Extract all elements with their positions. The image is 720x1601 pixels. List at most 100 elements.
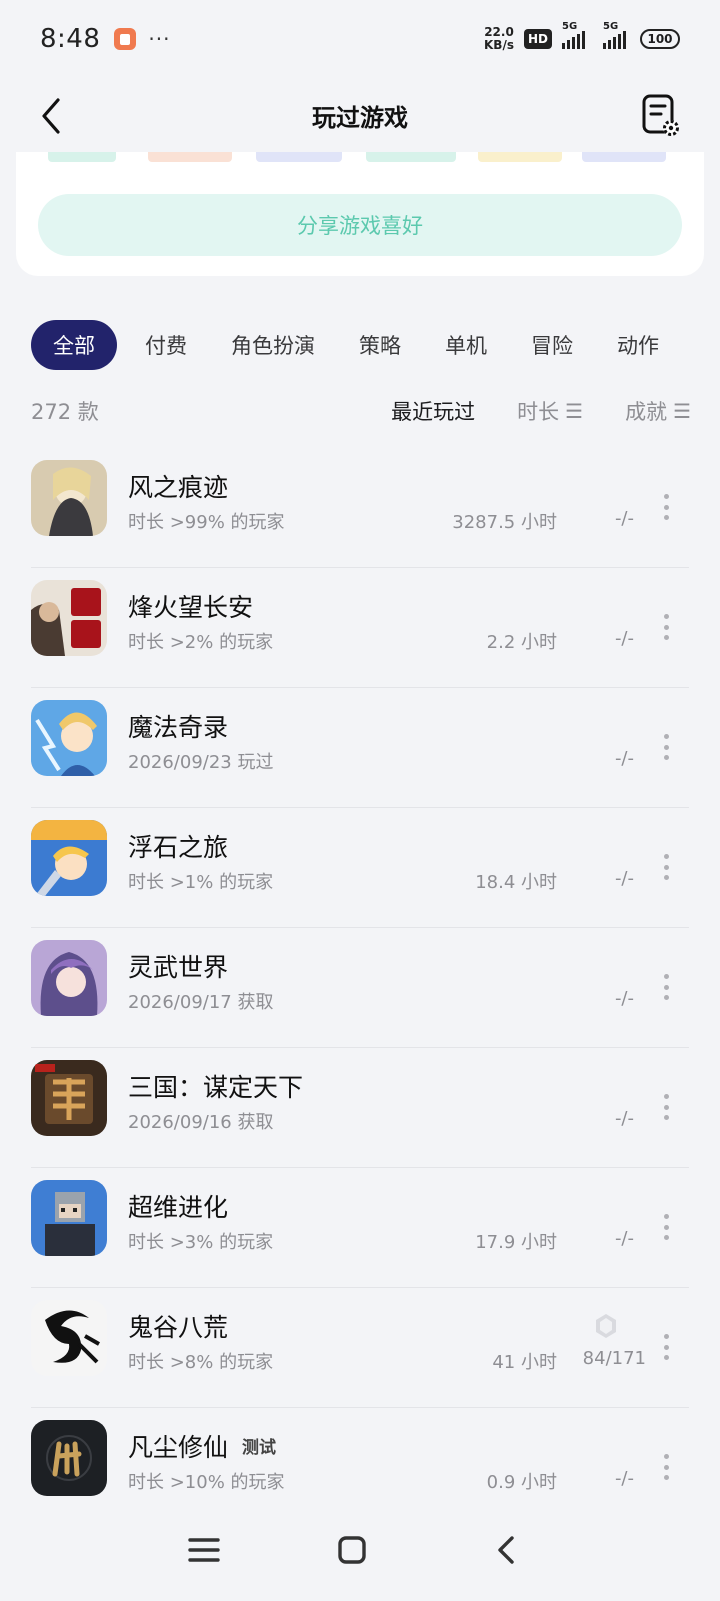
sort-achievement-label: 成就	[625, 400, 668, 424]
status-time: 8:48	[40, 24, 101, 54]
more-options-icon[interactable]	[662, 1454, 670, 1480]
game-achievement: -/-	[614, 868, 634, 889]
category-tabs: 全部 付费 角色扮演 策略 单机 冒险 动作	[31, 320, 720, 370]
sort-recent-button[interactable]: 最近玩过	[391, 396, 475, 426]
game-name: 三国：谋定天下	[128, 1073, 304, 1102]
system-back-icon[interactable]	[488, 1530, 528, 1570]
network-speed-unit: KB/s	[484, 38, 514, 52]
game-last-played: 2026/09/23 玩过	[128, 752, 274, 773]
battery-level: 100	[647, 32, 673, 46]
home-icon[interactable]	[332, 1530, 372, 1570]
game-name: 鬼谷八荒	[128, 1313, 229, 1342]
signal-sim2-icon: 5G	[603, 21, 626, 49]
game-hours: 2.2 小时	[486, 632, 557, 653]
status-bar: 8:48 ··· 22.0 KB/s HD 5G 5G 100	[0, 0, 720, 78]
more-options-icon[interactable]	[662, 1334, 670, 1360]
tab-paid[interactable]: 付费	[123, 330, 209, 360]
network-speed: 22.0 KB/s	[484, 26, 514, 52]
game-name: 超维进化	[128, 1193, 229, 1222]
back-button[interactable]	[34, 96, 74, 136]
sort-duration-button[interactable]: 时长 ☰	[517, 396, 583, 426]
menu-icon[interactable]	[184, 1530, 224, 1570]
sort-order-icon: ☰	[673, 399, 691, 423]
page-title: 玩过游戏	[312, 103, 408, 132]
game-icon	[31, 1300, 107, 1376]
sim1-network-label: 5G	[562, 21, 578, 32]
game-name: 浮石之旅	[128, 833, 229, 862]
game-hours: 18.4 小时	[475, 872, 557, 893]
game-icon	[31, 820, 107, 896]
game-name: 魔法奇录	[128, 713, 229, 742]
game-icon	[31, 1180, 107, 1256]
game-name: 灵武世界	[128, 953, 229, 982]
game-hours: 3287.5 小时	[452, 512, 557, 533]
game-achievement: -/-	[614, 1228, 634, 1249]
achievement-trophy-icon	[596, 1314, 616, 1338]
game-playtime-rank: 时长 >2% 的玩家	[128, 632, 274, 653]
more-options-icon[interactable]	[662, 974, 670, 1000]
game-row[interactable]: 风之痕迹 时长 >99% 的玩家 3287.5 小时 -/-	[0, 448, 720, 568]
hd-voice-icon: HD	[523, 29, 552, 49]
sort-order-icon: ☰	[565, 399, 584, 423]
preference-card: 分享游戏喜好	[16, 152, 704, 276]
share-preferences-button[interactable]: 分享游戏喜好	[38, 194, 682, 256]
sort-row: 272 款 最近玩过 时长 ☰ 成就 ☰	[31, 386, 691, 436]
game-row[interactable]: 三国：谋定天下 2026/09/16 获取 -/-	[0, 1048, 720, 1168]
tab-all[interactable]: 全部	[31, 320, 117, 370]
game-playtime-rank: 时长 >3% 的玩家	[128, 1232, 274, 1253]
game-row[interactable]: 灵武世界 2026/09/17 获取 -/-	[0, 928, 720, 1048]
more-options-icon[interactable]	[662, 1094, 670, 1120]
sort-options: 最近玩过 时长 ☰ 成就 ☰	[391, 396, 691, 426]
game-name-text: 凡尘修仙	[128, 1433, 229, 1462]
sort-achievement-button[interactable]: 成就 ☰	[625, 396, 691, 426]
game-list: 风之痕迹 时长 >99% 的玩家 3287.5 小时 -/- 烽火望长安 时长 …	[0, 448, 720, 1528]
game-achievement: -/-	[614, 1108, 634, 1129]
game-achievement: -/-	[614, 508, 634, 529]
beta-badge: 测试	[242, 1438, 277, 1458]
game-acquired-date: 2026/09/16 获取	[128, 1112, 274, 1133]
game-achievement: -/-	[614, 628, 634, 649]
more-options-icon[interactable]	[662, 614, 670, 640]
game-count: 272 款	[31, 400, 99, 424]
more-options-icon[interactable]	[662, 494, 670, 520]
game-row[interactable]: 烽火望长安 时长 >2% 的玩家 2.2 小时 -/-	[0, 568, 720, 688]
game-icon	[31, 460, 107, 536]
game-row[interactable]: 超维进化 时长 >3% 的玩家 17.9 小时 -/-	[0, 1168, 720, 1288]
more-options-icon[interactable]	[662, 854, 670, 880]
game-hours: 41 小时	[492, 1352, 557, 1373]
game-name: 凡尘修仙 测试	[128, 1428, 276, 1464]
status-indicators: 22.0 KB/s HD 5G 5G 100	[484, 21, 680, 52]
system-nav-bar	[0, 1500, 720, 1601]
game-playtime-rank: 时长 >1% 的玩家	[128, 872, 274, 893]
sim2-network-label: 5G	[603, 21, 619, 32]
tab-adventure[interactable]: 冒险	[509, 330, 595, 360]
game-acquired-date: 2026/09/17 获取	[128, 992, 274, 1013]
preference-tags-strip	[16, 152, 704, 166]
game-name: 风之痕迹	[128, 473, 229, 502]
more-notifications-icon: ···	[148, 27, 171, 51]
game-icon	[31, 700, 107, 776]
more-options-icon[interactable]	[662, 1214, 670, 1240]
game-row[interactable]: 浮石之旅 时长 >1% 的玩家 18.4 小时 -/-	[0, 808, 720, 928]
game-playtime-rank: 时长 >8% 的玩家	[128, 1352, 274, 1373]
game-icon	[31, 1060, 107, 1136]
game-name: 烽火望长安	[128, 593, 254, 622]
game-row[interactable]: 魔法奇录 2026/09/23 玩过 -/-	[0, 688, 720, 808]
game-achievement: 84/171	[582, 1348, 646, 1369]
tab-strategy[interactable]: 策略	[337, 330, 423, 360]
list-settings-icon[interactable]	[640, 94, 680, 138]
game-row[interactable]: 鬼谷八荒 时长 >8% 的玩家 41 小时 84/171	[0, 1288, 720, 1408]
game-playtime-rank: 时长 >99% 的玩家	[128, 512, 285, 533]
game-icon	[31, 940, 107, 1016]
game-achievement: -/-	[614, 988, 634, 1009]
tab-rpg[interactable]: 角色扮演	[209, 330, 337, 360]
game-achievement: -/-	[614, 748, 634, 769]
more-options-icon[interactable]	[662, 734, 670, 760]
game-hours: 0.9 小时	[486, 1472, 557, 1493]
top-nav-bar: 玩过游戏	[0, 78, 720, 152]
game-icon	[31, 1420, 107, 1496]
tab-singleplayer[interactable]: 单机	[423, 330, 509, 360]
tab-action[interactable]: 动作	[595, 330, 681, 360]
signal-sim1-icon: 5G	[562, 21, 585, 49]
battery-icon: 100	[640, 29, 680, 49]
